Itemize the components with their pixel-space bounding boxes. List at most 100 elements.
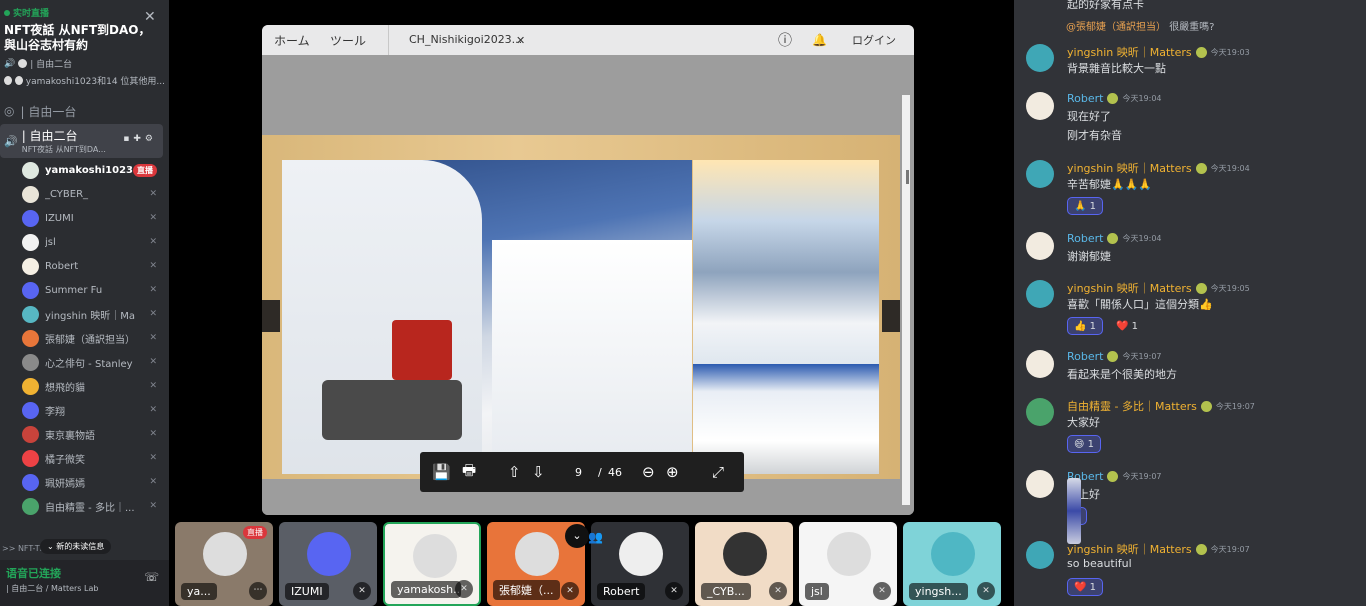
timestamp: 今天19:04 xyxy=(1122,94,1162,103)
zoom-out-icon[interactable]: ⊖ xyxy=(642,463,655,481)
avatar[interactable] xyxy=(1026,398,1054,426)
tab-tool[interactable]: ツール xyxy=(330,32,366,49)
mic-muted-icon[interactable]: ✕ xyxy=(977,582,995,600)
voice-user[interactable]: 橘子微笑 ✕ xyxy=(0,446,169,470)
mic-muted-icon[interactable]: ✕ xyxy=(455,580,473,598)
avatar[interactable] xyxy=(1026,92,1054,120)
reaction-button[interactable]: 🙏 1 xyxy=(1067,197,1103,215)
viewer-scrollbar[interactable] xyxy=(902,95,910,505)
reply-preview[interactable]: @張郁婕（通訳担当） 很嚴重嗎? xyxy=(1066,18,1215,33)
channel-free-one[interactable]: ◎ | 自由一台 xyxy=(0,100,169,122)
reaction-button[interactable]: 😄 1 xyxy=(1067,435,1101,453)
mic-muted-icon[interactable]: ✕ xyxy=(873,582,891,600)
zoom-in-icon[interactable]: ⊕ xyxy=(666,463,679,481)
voice-user[interactable]: IZUMI ✕ xyxy=(0,206,169,230)
avatar[interactable] xyxy=(1026,44,1054,72)
role-badge-icon xyxy=(1200,400,1212,412)
event-channel-row: 🔊 | 自由二台 xyxy=(4,57,165,71)
voice-user[interactable]: yingshin 映昕｜Ma... ✕ xyxy=(0,302,169,326)
author-name[interactable]: Robert xyxy=(1067,232,1103,245)
role-badge-icon xyxy=(1107,93,1119,104)
unread-label: 新的未读信息 xyxy=(56,542,105,551)
message-line: 大家好 xyxy=(1067,416,1100,429)
chevron-down-icon[interactable]: ⌄ xyxy=(565,524,589,548)
author-name[interactable]: Robert xyxy=(1067,92,1103,105)
mic-muted-icon[interactable]: ✕ xyxy=(353,582,371,600)
avatar[interactable] xyxy=(1026,350,1054,378)
page-up-icon[interactable]: ⇧ xyxy=(508,463,521,481)
reaction-button[interactable]: 👍 1 xyxy=(1067,317,1103,335)
floating-video-overlay[interactable] xyxy=(1067,478,1081,544)
message-header: Robert 今天19:04 xyxy=(1067,232,1162,245)
print-icon[interactable]: 🖶 xyxy=(462,460,476,485)
participant-tile[interactable]: IZUMI ✕ xyxy=(279,522,377,606)
mic-muted-icon[interactable]: ✕ xyxy=(769,582,787,600)
more-icon[interactable]: ⋯ xyxy=(249,582,267,600)
deafened-icon: ✕ xyxy=(149,429,157,439)
avatar xyxy=(22,401,39,419)
participant-tile[interactable]: _CYB... ✕ xyxy=(695,522,793,606)
voice-user[interactable]: yamakoshi1023 直播 xyxy=(0,158,169,182)
author-name[interactable]: 自由精靈 - 多比｜Matters xyxy=(1067,398,1197,414)
chat-add-settings-icons[interactable]: ▪✚⚙ xyxy=(123,134,157,144)
author-name[interactable]: yingshin 映昕｜Matters xyxy=(1067,541,1192,557)
close-icon[interactable]: ✕ xyxy=(144,9,156,25)
save-icon[interactable]: 💾 xyxy=(432,463,451,481)
avatar[interactable] xyxy=(1026,232,1054,260)
voice-user[interactable]: 張郁婕（通訳担当） ✕ xyxy=(0,326,169,350)
reaction-button[interactable]: ❤️ 1 xyxy=(1067,578,1103,596)
people-icon[interactable]: 👥 xyxy=(588,530,603,544)
close-tab-icon[interactable]: ✕ xyxy=(516,34,525,47)
author-name[interactable]: Robert xyxy=(1067,350,1103,363)
avatar[interactable] xyxy=(1026,160,1054,188)
page-current[interactable]: 9 xyxy=(575,466,582,479)
bell-icon[interactable]: 🔔 xyxy=(812,33,827,47)
avatar[interactable] xyxy=(1026,470,1054,498)
author-name[interactable]: yingshin 映昕｜Matters xyxy=(1067,280,1192,296)
unread-messages-button[interactable]: ⌄ 新的未读信息 xyxy=(40,539,112,554)
channel-label: | 自由一台 xyxy=(20,104,77,119)
page-down-icon[interactable]: ⇩ xyxy=(532,463,545,481)
deafened-icon: ✕ xyxy=(149,357,157,367)
participant-tile[interactable]: Robert ✕ xyxy=(591,522,689,606)
voice-user[interactable]: 心之俳句 - Stanley ✕ xyxy=(0,350,169,374)
help-icon[interactable]: ⓘ xyxy=(778,30,792,50)
voice-user[interactable]: 自由精靈 - 多比｜... ✕ xyxy=(0,494,169,518)
voice-user-name: IZUMI xyxy=(45,212,74,224)
participant-tile[interactable]: yingsh... ✕ xyxy=(903,522,1001,606)
voice-user-name: 橘子微笑 xyxy=(45,454,85,466)
voice-user[interactable]: jsl ✕ xyxy=(0,230,169,254)
voice-user[interactable]: 東京裏物語 ✕ xyxy=(0,422,169,446)
voice-user[interactable]: 李翔 ✕ xyxy=(0,398,169,422)
channel-free-two[interactable]: 🔊 | 自由二台 NFT夜話 从NFT到DA... ▪✚⚙ xyxy=(0,124,163,158)
login-button[interactable]: ログイン xyxy=(852,32,896,48)
avatar[interactable] xyxy=(1026,541,1054,569)
avatar xyxy=(413,534,457,578)
voice-user[interactable]: 想飛的貓 ✕ xyxy=(0,374,169,398)
participant-tile[interactable]: 直播 ya... ⋯ xyxy=(175,522,273,606)
doc-tab[interactable]: CH_Nishikigoi2023... xyxy=(388,25,536,55)
role-badge-icon xyxy=(1107,351,1119,362)
screen-share[interactable]: ホーム ツール CH_Nishikigoi2023... ✕ ⓘ 🔔 ログイン … xyxy=(262,25,914,515)
avatar[interactable] xyxy=(1026,280,1054,308)
mic-muted-icon[interactable]: ✕ xyxy=(665,582,683,600)
participant-tile[interactable]: jsl ✕ xyxy=(799,522,897,606)
voice-user[interactable]: Robert ✕ xyxy=(0,254,169,278)
message-line: 喜歡「關係人口」這個分類👍 xyxy=(1067,298,1213,311)
tab-home[interactable]: ホーム xyxy=(274,32,310,49)
voice-user[interactable]: Summer Fu ✕ xyxy=(0,278,169,302)
fullscreen-icon[interactable]: ⤢ xyxy=(712,463,724,481)
voice-user[interactable]: 珮妍嫣嫣 ✕ xyxy=(0,470,169,494)
voice-user-name: yingshin 映昕｜Ma... xyxy=(45,310,135,322)
disconnect-icon[interactable]: ☏ xyxy=(144,570,159,584)
voice-user[interactable]: _CYBER_ ✕ xyxy=(0,182,169,206)
deafened-icon: ✕ xyxy=(149,213,157,223)
snow-blower xyxy=(322,380,462,440)
author-name[interactable]: yingshin 映昕｜Matters xyxy=(1067,44,1192,60)
mic-muted-icon[interactable]: ✕ xyxy=(561,582,579,600)
scroll-thumb[interactable] xyxy=(906,170,909,184)
author-name[interactable]: yingshin 映昕｜Matters xyxy=(1067,160,1192,176)
avatar xyxy=(22,305,39,323)
reaction-button[interactable]: ❤️ 1 xyxy=(1110,317,1144,335)
participant-tile[interactable]: yamakosh... ✕ xyxy=(383,522,481,606)
